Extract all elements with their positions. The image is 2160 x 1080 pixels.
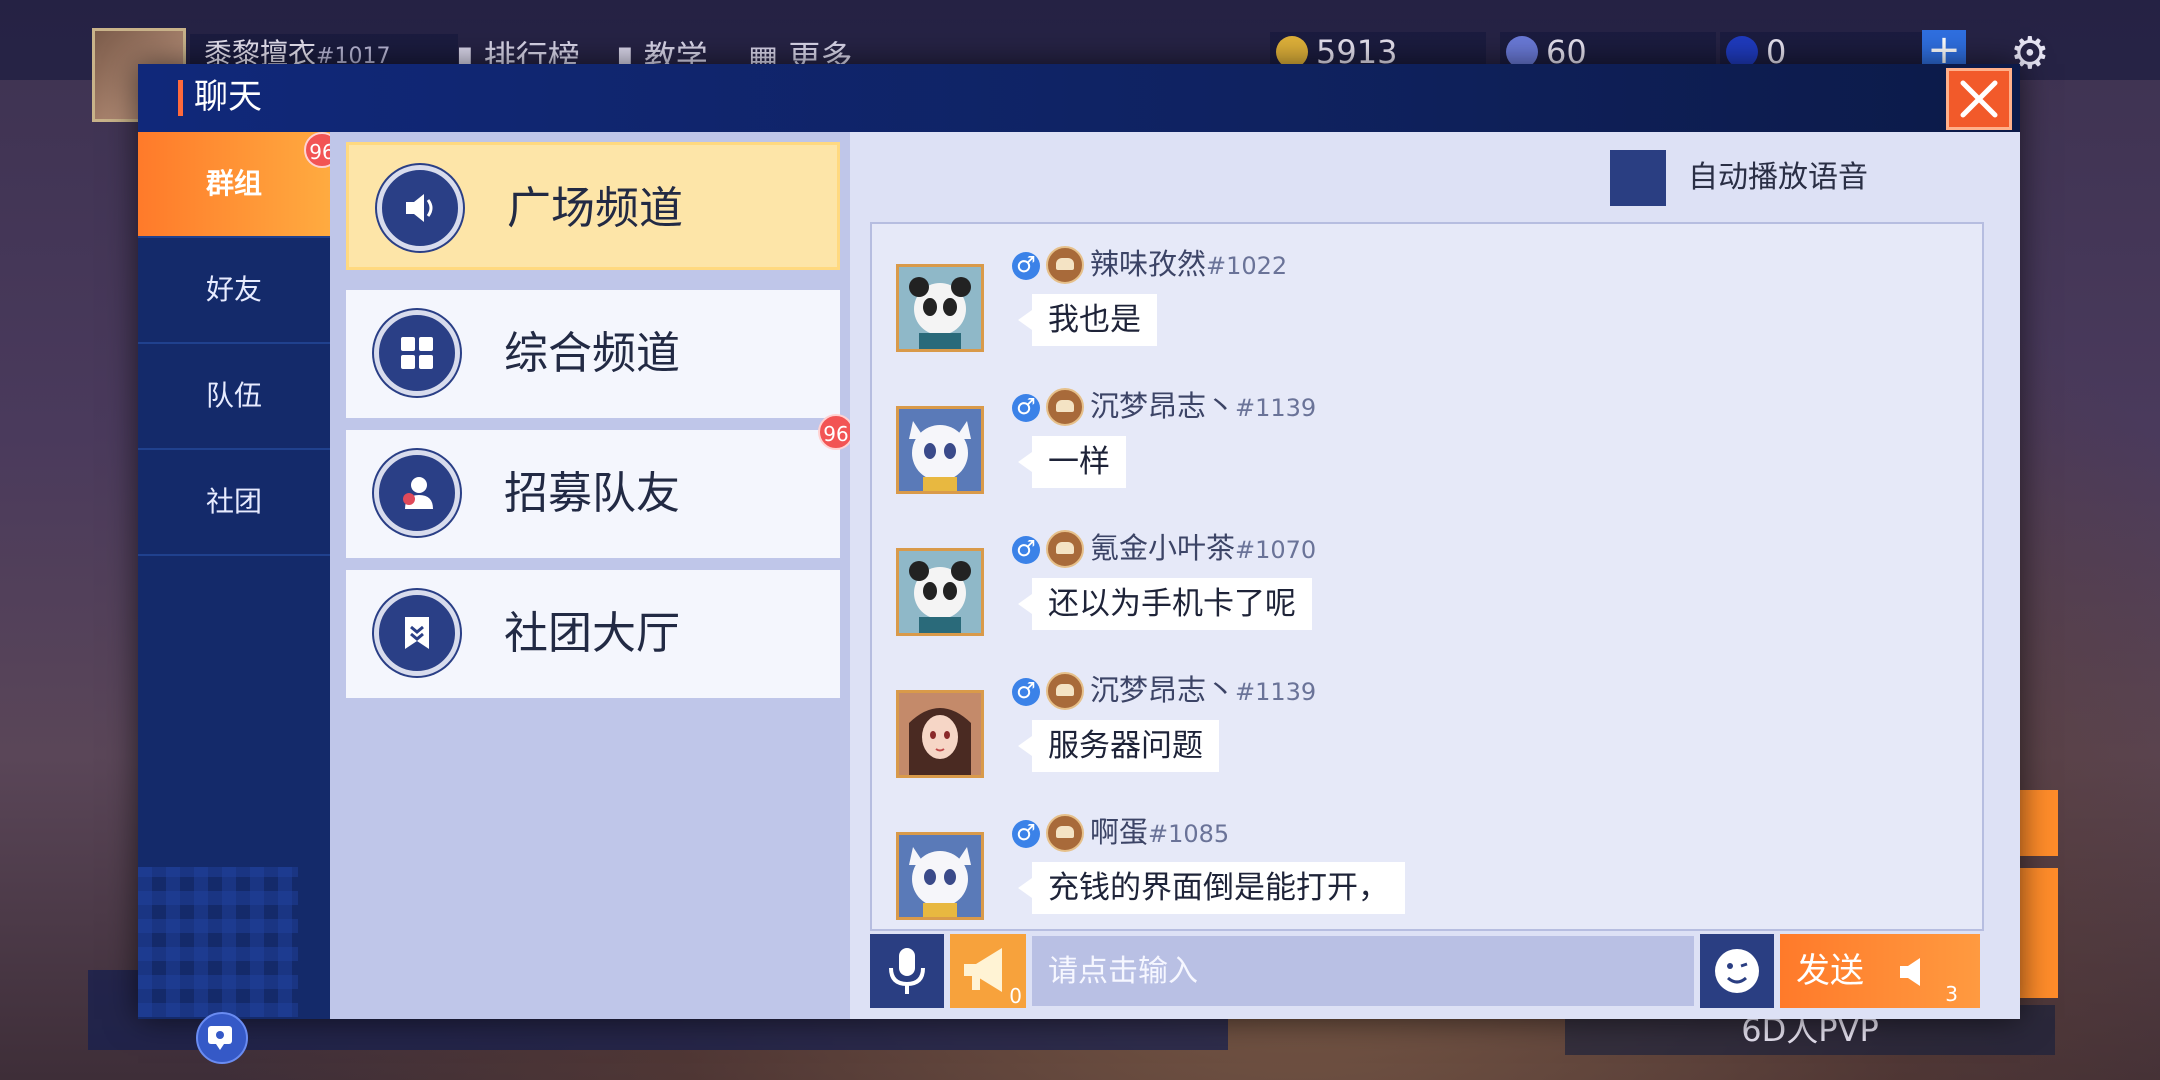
tab-club[interactable]: 社团 <box>138 450 330 556</box>
chat-settings-button[interactable] <box>196 1012 248 1064</box>
channel-recruit[interactable]: 招募队友 <box>346 430 840 558</box>
channel-club-hall[interactable]: 社团大厅 <box>346 570 840 698</box>
tab-friends[interactable]: 好友 <box>138 238 330 344</box>
modal-title: 聊天 <box>194 77 262 117</box>
channel-plaza[interactable]: 广场频道 <box>346 142 840 270</box>
male-icon: ♂ <box>1012 536 1040 564</box>
sender-name[interactable]: 啊蛋#1085 <box>1090 812 1229 854</box>
sender-name[interactable]: 沉梦昂志丶#1139 <box>1090 386 1316 428</box>
microphone-icon <box>889 948 925 994</box>
sender-avatar[interactable] <box>896 406 984 494</box>
auto-voice-label: 自动播放语音 <box>1688 160 1868 195</box>
rank-badge-icon <box>1046 246 1084 284</box>
people-icon <box>374 450 460 536</box>
send-label: 发送 <box>1796 951 1864 991</box>
chat-message: ♂ 沉梦昂志丶#1139 服务器问题 <box>872 650 1982 790</box>
unread-badge: 96 <box>818 414 854 450</box>
banner-icon <box>374 590 460 676</box>
right-orange-tab <box>2020 790 2058 856</box>
chat-category-tabs: 群组 96 好友 队伍 社团 <box>138 132 340 1064</box>
sender-avatar[interactable] <box>896 690 984 778</box>
sender-name[interactable]: 辣味孜然#1022 <box>1090 244 1287 286</box>
decorative-pattern <box>138 867 298 1017</box>
broadcast-count: 3 <box>1945 982 1958 1006</box>
sender-avatar[interactable] <box>896 548 984 636</box>
sender-name[interactable]: 沉梦昂志丶#1139 <box>1090 670 1316 712</box>
title-accent <box>178 80 183 116</box>
emoji-button[interactable] <box>1700 934 1774 1008</box>
chat-settings-icon <box>208 1026 232 1050</box>
message-bubble: 充钱的界面倒是能打开， <box>1018 862 1405 914</box>
chat-content: 自动播放语音 ♂ 辣味孜然#1022 我也是 ♂ 沉梦昂志丶#1139 一样 ♂… <box>850 132 2020 1019</box>
channel-general[interactable]: 综合频道 <box>346 290 840 418</box>
chat-input-bar: 0 发送 3 <box>870 934 1980 1009</box>
rank-badge-icon <box>1046 388 1084 426</box>
close-icon <box>1960 80 1998 118</box>
sender-avatar[interactable] <box>896 264 984 352</box>
message-bubble: 我也是 <box>1018 294 1157 346</box>
male-icon: ♂ <box>1012 820 1040 848</box>
modal-header: 聊天 <box>138 64 2020 132</box>
send-button[interactable]: 发送 3 <box>1780 934 1980 1008</box>
sender-avatar[interactable] <box>896 832 984 920</box>
grid-icon <box>374 310 460 396</box>
speaker-icon <box>377 165 463 251</box>
male-icon: ♂ <box>1012 394 1040 422</box>
tab-team[interactable]: 队伍 <box>138 344 330 450</box>
megaphone-button[interactable]: 0 <box>950 934 1026 1008</box>
chat-message: ♂ 啊蛋#1085 充钱的界面倒是能打开， <box>872 792 1982 929</box>
megaphone-count: 0 <box>1009 984 1022 1008</box>
rank-badge-icon <box>1046 672 1084 710</box>
right-orange-tab <box>2020 868 2058 998</box>
message-bubble: 一样 <box>1018 436 1126 488</box>
channel-label: 综合频道 <box>504 328 680 379</box>
channel-label: 社团大厅 <box>504 608 680 659</box>
voice-record-button[interactable] <box>870 934 944 1008</box>
male-icon: ♂ <box>1012 678 1040 706</box>
close-button[interactable] <box>1946 68 2012 130</box>
chat-modal: 聊天 群组 96 好友 队伍 社团 广场频道 综合频道 招募队友 96 社团大厅… <box>138 64 2020 1064</box>
chat-message: ♂ 辣味孜然#1022 我也是 <box>872 224 1982 364</box>
speaker-icon <box>1900 958 1920 986</box>
channel-list: 广场频道 综合频道 招募队友 96 社团大厅 <box>330 132 854 1019</box>
message-bubble: 还以为手机卡了呢 <box>1018 578 1312 630</box>
message-bubble: 服务器问题 <box>1018 720 1219 772</box>
message-list[interactable]: ♂ 辣味孜然#1022 我也是 ♂ 沉梦昂志丶#1139 一样 ♂ 氪金小叶茶#… <box>870 222 1984 931</box>
auto-voice-checkbox[interactable] <box>1610 150 1666 206</box>
channel-label: 招募队友 <box>504 468 680 519</box>
chat-message-input[interactable] <box>1032 936 1694 1006</box>
emoji-icon <box>1715 949 1759 993</box>
chat-message: ♂ 氪金小叶茶#1070 还以为手机卡了呢 <box>872 508 1982 648</box>
rank-badge-icon <box>1046 530 1084 568</box>
sender-name[interactable]: 氪金小叶茶#1070 <box>1090 528 1316 570</box>
channel-label: 广场频道 <box>507 183 683 234</box>
male-icon: ♂ <box>1012 252 1040 280</box>
chat-message: ♂ 沉梦昂志丶#1139 一样 <box>872 366 1982 506</box>
tab-group[interactable]: 群组 <box>138 132 330 238</box>
rank-badge-icon <box>1046 814 1084 852</box>
